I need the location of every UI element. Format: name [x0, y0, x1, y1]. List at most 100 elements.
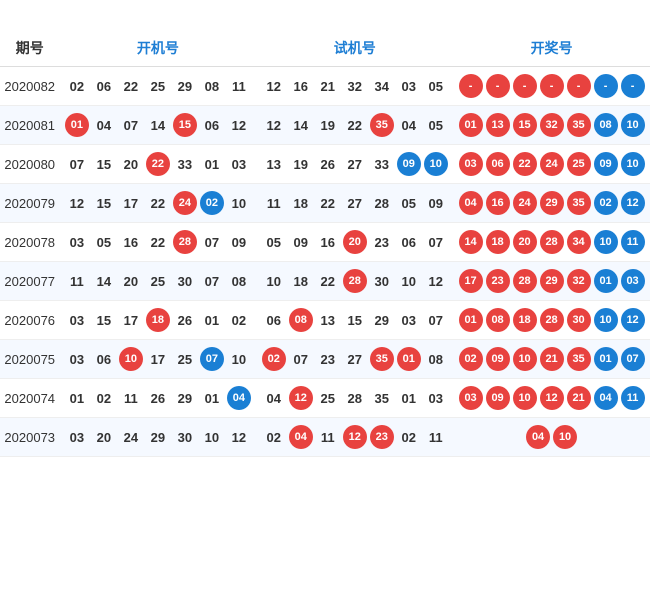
kaijianghao-cell: 02091021350107 — [453, 340, 650, 379]
ball-plain: 05 — [424, 74, 448, 98]
ball-red: - — [486, 74, 510, 98]
ball-plain: 01 — [397, 386, 421, 410]
ball-plain: 30 — [173, 425, 197, 449]
ball-plain: 07 — [200, 230, 224, 254]
shijhao-cell: 04122528350103 — [256, 379, 453, 418]
ball-plain: 27 — [343, 347, 367, 371]
ball-plain: 09 — [424, 191, 448, 215]
ball-plain: 11 — [119, 386, 143, 410]
ball-red: 01 — [459, 113, 483, 137]
ball-red: 35 — [567, 191, 591, 215]
ball-plain: 03 — [397, 74, 421, 98]
shijhao-cell: 10182228301012 — [256, 262, 453, 301]
shijhao-cell: 02041112230211 — [256, 418, 453, 457]
ball-plain: 10 — [200, 425, 224, 449]
ball-red: 24 — [513, 191, 537, 215]
period-cell: 2020082 — [0, 67, 59, 106]
ball-blue: 10 — [424, 152, 448, 176]
ball-plain: 26 — [146, 386, 170, 410]
ball-red: - — [567, 74, 591, 98]
ball-plain: 12 — [424, 269, 448, 293]
ball-plain: 11 — [316, 425, 340, 449]
ball-plain: 20 — [119, 152, 143, 176]
ball-blue: 10 — [594, 230, 618, 254]
ball-plain: 34 — [370, 74, 394, 98]
ball-red: 01 — [65, 113, 89, 137]
ball-plain: 03 — [227, 152, 251, 176]
lottery-table: 期号 开机号 试机号 开奖号 2020082020622252908111216… — [0, 30, 650, 457]
ball-blue: 04 — [594, 386, 618, 410]
ball-plain: 05 — [262, 230, 286, 254]
ball-red: 34 — [567, 230, 591, 254]
ball-plain: 13 — [316, 308, 340, 332]
ball-plain: 16 — [316, 230, 340, 254]
kaijianghao-cell: 17232829320103 — [453, 262, 650, 301]
ball-plain: 02 — [262, 425, 286, 449]
ball-plain: 22 — [146, 230, 170, 254]
period-cell: 2020075 — [0, 340, 59, 379]
ball-plain: 15 — [92, 152, 116, 176]
table-header-row: 期号 开机号 试机号 开奖号 — [0, 30, 650, 67]
ball-red: 03 — [459, 152, 483, 176]
ball-plain: 02 — [65, 74, 89, 98]
ball-red: 02 — [262, 347, 286, 371]
ball-plain: 17 — [146, 347, 170, 371]
ball-plain: 20 — [119, 269, 143, 293]
period-cell: 2020081 — [0, 106, 59, 145]
ball-plain: 03 — [397, 308, 421, 332]
ball-red: 35 — [370, 113, 394, 137]
ball-plain: 12 — [262, 113, 286, 137]
period-cell: 2020077 — [0, 262, 59, 301]
ball-red: 02 — [459, 347, 483, 371]
ball-red: 35 — [567, 347, 591, 371]
ball-plain: 13 — [262, 152, 286, 176]
ball-plain: 33 — [370, 152, 394, 176]
ball-red: 15 — [173, 113, 197, 137]
ball-red: 20 — [343, 230, 367, 254]
ball-plain: 07 — [424, 308, 448, 332]
kaijianghao-cell: 03062224250910 — [453, 145, 650, 184]
ball-plain: 07 — [119, 113, 143, 137]
ball-plain: 17 — [119, 308, 143, 332]
ball-plain: 16 — [289, 74, 313, 98]
col-kaijianghao: 开奖号 — [453, 30, 650, 67]
ball-blue: 07 — [200, 347, 224, 371]
ball-red: - — [513, 74, 537, 98]
ball-red: 13 — [486, 113, 510, 137]
ball-plain: 19 — [316, 113, 340, 137]
ball-red: 35 — [567, 113, 591, 137]
ball-red: 23 — [370, 425, 394, 449]
ball-blue: - — [621, 74, 645, 98]
kaijhao-cell: 12151722240210 — [59, 184, 256, 223]
ball-red: 18 — [513, 308, 537, 332]
ball-plain: 06 — [200, 113, 224, 137]
table-row: 2020074010211262901040412252835010303091… — [0, 379, 650, 418]
ball-blue: 12 — [621, 191, 645, 215]
shijhao-cell: 05091620230607 — [256, 223, 453, 262]
ball-red: 21 — [567, 386, 591, 410]
ball-red: 18 — [486, 230, 510, 254]
kaijhao-cell: 03061017250710 — [59, 340, 256, 379]
ball-plain: 16 — [119, 230, 143, 254]
ball-red: 30 — [567, 308, 591, 332]
shijhao-cell: 11182227280509 — [256, 184, 453, 223]
ball-plain: 29 — [173, 386, 197, 410]
ball-plain: 15 — [92, 191, 116, 215]
col-kaijhao: 开机号 — [59, 30, 256, 67]
ball-blue: 10 — [621, 152, 645, 176]
ball-red: 14 — [459, 230, 483, 254]
ball-plain: 28 — [370, 191, 394, 215]
period-cell: 2020078 — [0, 223, 59, 262]
ball-plain: 17 — [119, 191, 143, 215]
ball-plain: 03 — [65, 347, 89, 371]
ball-red: 24 — [173, 191, 197, 215]
ball-plain: 04 — [92, 113, 116, 137]
kaijianghao-cell: 03091012210411 — [453, 379, 650, 418]
kaijhao-cell: 02062225290811 — [59, 67, 256, 106]
table-row: 2020078030516222807090509162023060714182… — [0, 223, 650, 262]
ball-plain: 22 — [316, 269, 340, 293]
ball-plain: 25 — [173, 347, 197, 371]
ball-plain: 10 — [262, 269, 286, 293]
ball-plain: 27 — [343, 152, 367, 176]
ball-red: 15 — [513, 113, 537, 137]
